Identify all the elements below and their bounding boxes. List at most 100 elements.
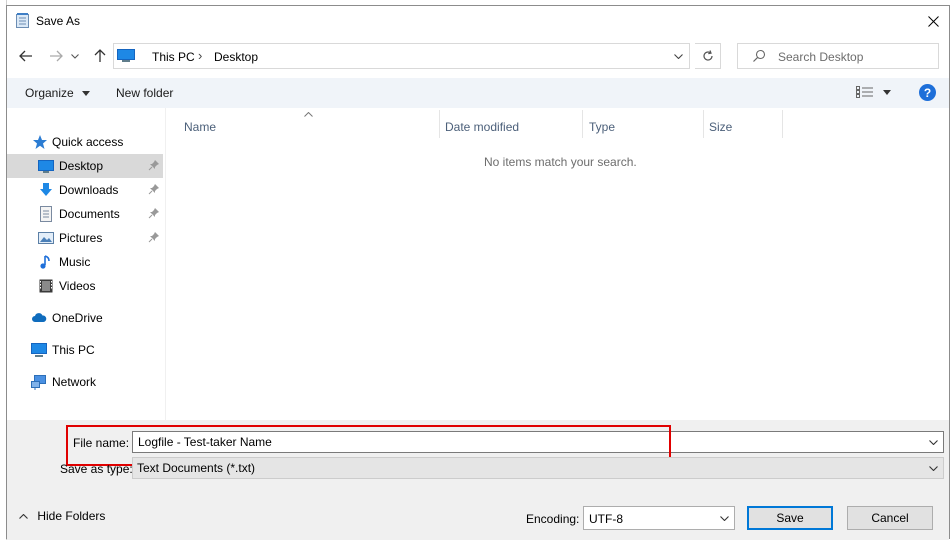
sidebar-item-label: Desktop: [59, 159, 104, 173]
video-icon: [39, 279, 53, 293]
download-icon: [40, 183, 52, 196]
column-header-size[interactable]: Size: [709, 120, 732, 134]
column-header-type[interactable]: Type: [589, 120, 615, 134]
arrow-right-icon: [50, 50, 63, 62]
caret-down-icon: [82, 91, 91, 97]
sidebar-item-label: Documents: [59, 207, 120, 221]
column-divider[interactable]: [782, 110, 783, 138]
chevron-down-icon: [928, 465, 938, 471]
title-bar: Save As: [7, 6, 949, 36]
hide-folders-label: Hide Folders: [37, 509, 106, 523]
save-as-type-dropdown-button[interactable]: [925, 460, 941, 476]
sidebar-item-label: Quick access: [52, 135, 124, 149]
sidebar-item-label: OneDrive: [52, 311, 103, 325]
address-bar[interactable]: This PC › Desktop: [113, 43, 690, 69]
pin-icon: [148, 232, 159, 243]
pictures-icon: [38, 232, 54, 244]
network-icon: [31, 375, 46, 390]
save-as-type-value: Text Documents (*.txt): [137, 461, 256, 475]
encoding-label: Encoding:: [526, 512, 580, 526]
chevron-down-icon: [673, 53, 683, 59]
refresh-button[interactable]: [695, 43, 721, 69]
file-name-dropdown-button[interactable]: [925, 434, 941, 450]
hide-folders-button[interactable]: Hide Folders: [19, 509, 105, 523]
music-icon: [40, 255, 50, 269]
computer-icon: [31, 343, 47, 357]
notepad-icon: [16, 13, 29, 28]
sidebar-item-downloads[interactable]: Downloads: [7, 178, 163, 202]
save-button[interactable]: Save: [747, 506, 833, 530]
save-as-type-label: Save as type:: [60, 462, 133, 476]
search-placeholder: Search Desktop: [778, 50, 864, 64]
address-dropdown-button[interactable]: [667, 44, 689, 68]
file-list-pane: Name Date modified Type Size No items ma…: [165, 108, 951, 420]
sidebar-item-label: Music: [59, 255, 91, 269]
sidebar-item-this-pc[interactable]: This PC: [7, 338, 163, 362]
search-box[interactable]: Search Desktop: [737, 43, 939, 69]
sidebar-item-label: Videos: [59, 279, 96, 293]
sidebar-item-label: Network: [52, 375, 97, 389]
column-header-date-modified[interactable]: Date modified: [445, 120, 519, 134]
star-icon: [33, 135, 47, 149]
computer-icon: [117, 49, 135, 62]
breadcrumb-this-pc[interactable]: This PC: [152, 50, 195, 64]
cancel-button[interactable]: Cancel: [847, 506, 933, 530]
sidebar-item-network[interactable]: Network: [7, 370, 163, 394]
save-options-panel: File name: Logfile - Test-taker Name Sav…: [7, 420, 949, 540]
help-button[interactable]: ?: [919, 84, 936, 101]
navigation-bar: This PC › Desktop Search Desktop: [7, 41, 949, 73]
pin-icon: [148, 208, 159, 219]
cloud-icon: [32, 313, 47, 322]
close-button[interactable]: [917, 6, 949, 36]
details-view-icon: [856, 86, 873, 98]
search-icon: [753, 49, 766, 62]
back-button[interactable]: [15, 45, 37, 67]
document-icon: [40, 206, 52, 222]
arrow-left-icon: [19, 50, 32, 62]
column-divider[interactable]: [439, 110, 440, 138]
sidebar-item-documents[interactable]: Documents: [7, 202, 163, 226]
column-divider[interactable]: [703, 110, 704, 138]
refresh-icon: [702, 50, 713, 61]
window-title: Save As: [36, 14, 81, 28]
pin-icon: [148, 160, 159, 171]
column-header-name[interactable]: Name: [184, 120, 216, 134]
recent-locations-button[interactable]: [68, 45, 82, 67]
chevron-down-icon: [719, 515, 729, 521]
change-view-button[interactable]: [856, 86, 892, 101]
encoding-select[interactable]: UTF-8: [583, 506, 735, 530]
column-divider[interactable]: [582, 110, 583, 138]
breadcrumb-desktop[interactable]: Desktop: [214, 50, 258, 64]
organize-label: Organize: [25, 86, 74, 100]
chevron-down-icon: [928, 439, 938, 445]
sidebar-item-music[interactable]: Music: [7, 250, 163, 274]
command-toolbar: Organize New folder ?: [7, 78, 949, 108]
sidebar-item-videos[interactable]: Videos: [7, 274, 163, 298]
organize-button[interactable]: Organize: [25, 86, 91, 100]
close-icon: [927, 15, 939, 27]
save-as-dialog: Save As This PC › Desktop Search Desktop…: [6, 5, 951, 540]
up-button[interactable]: [89, 45, 111, 67]
encoding-value: UTF-8: [589, 512, 623, 526]
navigation-pane: Quick access Desktop Downloads Documents…: [7, 108, 165, 420]
arrow-up-icon: [94, 49, 106, 62]
forward-button[interactable]: [45, 45, 67, 67]
caret-down-icon: [883, 90, 892, 95]
sidebar-item-label: Pictures: [59, 231, 103, 245]
pin-icon: [148, 184, 159, 195]
sidebar-item-label: This PC: [52, 343, 95, 357]
breadcrumb-separator-icon[interactable]: ›: [198, 48, 202, 63]
sidebar-item-desktop[interactable]: Desktop: [7, 154, 163, 178]
new-folder-button[interactable]: New folder: [116, 86, 173, 100]
encoding-dropdown-button[interactable]: [716, 510, 732, 526]
sort-ascending-icon: [304, 112, 313, 117]
empty-message: No items match your search.: [484, 155, 637, 169]
sidebar-item-label: Downloads: [59, 183, 119, 197]
chevron-up-icon: [19, 514, 28, 520]
chevron-down-icon: [71, 53, 79, 59]
sidebar-item-pictures[interactable]: Pictures: [7, 226, 163, 250]
sidebar-item-onedrive[interactable]: OneDrive: [7, 306, 163, 330]
save-as-type-select[interactable]: Text Documents (*.txt): [132, 457, 944, 479]
sidebar-item-quick-access[interactable]: Quick access: [7, 130, 163, 154]
desktop-icon: [38, 160, 54, 173]
